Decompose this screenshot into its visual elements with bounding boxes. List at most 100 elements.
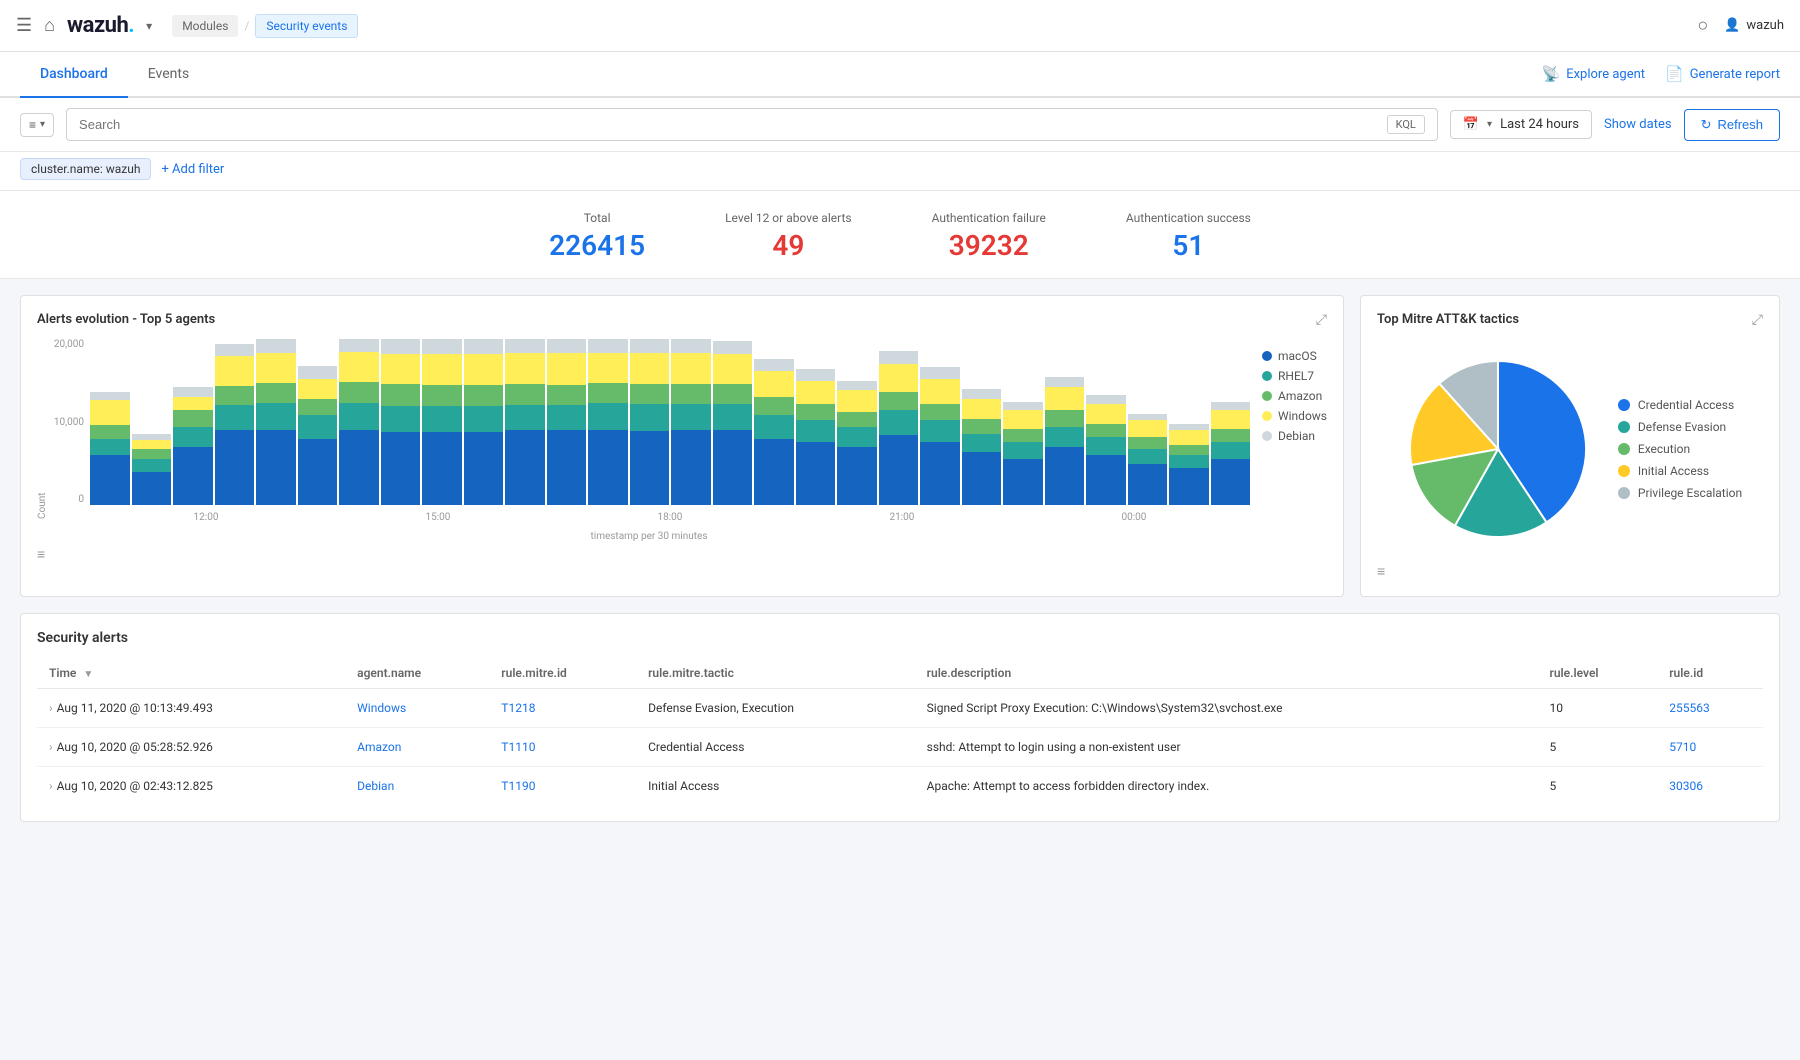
pie-legend-label: Execution — [1638, 442, 1690, 456]
logo-dropdown-icon[interactable]: ▾ — [146, 19, 152, 33]
explore-agent-label: Explore agent — [1566, 67, 1645, 82]
bar-group[interactable] — [505, 339, 545, 505]
bar-group[interactable] — [1003, 339, 1043, 505]
agent-link[interactable]: Debian — [357, 779, 394, 793]
bar-segment — [879, 351, 919, 364]
bar-group[interactable] — [754, 339, 794, 505]
bar-group[interactable] — [464, 339, 504, 505]
bar-segment — [1169, 455, 1209, 468]
explore-agent-button[interactable]: 📡 Explore agent — [1542, 65, 1646, 83]
row-expand-icon[interactable]: › — [49, 779, 53, 793]
col-ruleid[interactable]: rule.id — [1657, 658, 1763, 689]
breadcrumb-current[interactable]: Security events — [255, 14, 358, 38]
col-tactic[interactable]: rule.mitre.tactic — [636, 658, 915, 689]
col-time[interactable]: Time ▼ — [37, 658, 345, 689]
tab-events[interactable]: Events — [128, 52, 209, 98]
cell-tactic: Defense Evasion, Execution — [636, 689, 915, 728]
bar-segment — [1003, 402, 1043, 410]
bar-segment — [505, 405, 545, 431]
bar-group[interactable] — [713, 339, 753, 505]
list-icon[interactable]: ≡ — [37, 547, 45, 563]
row-expand-icon[interactable]: › — [49, 701, 53, 715]
bar-group[interactable] — [215, 339, 255, 505]
bar-group[interactable] — [837, 339, 877, 505]
bar-group[interactable] — [547, 339, 587, 505]
bar-group[interactable] — [1169, 339, 1209, 505]
mitre-id-link[interactable]: T1110 — [501, 740, 535, 754]
pie-legend-label: Initial Access — [1638, 464, 1709, 478]
bar-group[interactable] — [381, 339, 421, 505]
refresh-button[interactable]: ↻ Refresh — [1684, 109, 1780, 141]
bar-group[interactable] — [422, 339, 462, 505]
kql-badge[interactable]: KQL — [1387, 115, 1425, 134]
stat-auth-success-value: 51 — [1126, 229, 1251, 262]
bar-group[interactable] — [90, 339, 130, 505]
user-menu[interactable]: 👤 wazuh — [1724, 18, 1784, 33]
show-dates-button[interactable]: Show dates — [1604, 117, 1672, 132]
rule-id-link[interactable]: 255563 — [1669, 701, 1709, 715]
bar-group[interactable] — [962, 339, 1002, 505]
row-expand-icon[interactable]: › — [49, 740, 53, 754]
rule-id-link[interactable]: 30306 — [1669, 779, 1703, 793]
user-icon: 👤 — [1724, 18, 1740, 33]
bar-group[interactable] — [879, 339, 919, 505]
bar-group[interactable] — [796, 339, 836, 505]
bar-group[interactable] — [1086, 339, 1126, 505]
bar-group[interactable] — [1045, 339, 1085, 505]
time-filter[interactable]: 📅 ▾ Last 24 hours — [1450, 110, 1592, 139]
breadcrumb: Modules / Security events — [172, 14, 358, 38]
settings-icon[interactable]: ○ — [1697, 15, 1708, 36]
col-level[interactable]: rule.level — [1538, 658, 1658, 689]
home-icon[interactable]: ⌂ — [44, 15, 55, 36]
bar-segment — [1169, 468, 1209, 505]
bar-group[interactable] — [920, 339, 960, 505]
filter-tag[interactable]: cluster.name: wazuh — [20, 158, 151, 180]
cell-description: sshd: Attempt to login using a non-exist… — [915, 728, 1538, 767]
bar-segment — [90, 400, 130, 425]
agent-link[interactable]: Windows — [357, 701, 406, 715]
bar-group[interactable] — [173, 339, 213, 505]
legend-label: Debian — [1278, 429, 1315, 443]
add-filter-button[interactable]: + Add filter — [161, 162, 224, 177]
bar-group[interactable] — [339, 339, 379, 505]
bar-group[interactable] — [588, 339, 628, 505]
pie-legend-item: Privilege Escalation — [1618, 486, 1742, 500]
stat-auth-failure-value: 39232 — [932, 229, 1046, 262]
table-row[interactable]: ›Aug 11, 2020 @ 10:13:49.493 Windows T12… — [37, 689, 1763, 728]
bar-segment — [837, 412, 877, 427]
tab-dashboard[interactable]: Dashboard — [20, 52, 128, 98]
bar-group[interactable] — [256, 339, 296, 505]
generate-report-button[interactable]: 📄 Generate report — [1665, 65, 1780, 83]
x-label: 21:00 — [889, 512, 914, 523]
search-input[interactable] — [79, 117, 1379, 132]
pie-chart-svg — [1398, 349, 1598, 549]
mitre-id-link[interactable]: T1190 — [501, 779, 535, 793]
generate-report-label: Generate report — [1690, 67, 1780, 82]
col-description[interactable]: rule.description — [915, 658, 1538, 689]
hamburger-icon[interactable]: ☰ — [16, 15, 32, 36]
table-row[interactable]: ›Aug 10, 2020 @ 05:28:52.926 Amazon T111… — [37, 728, 1763, 767]
bar-segment — [796, 404, 836, 421]
bar-segment — [256, 353, 296, 383]
breadcrumb-modules[interactable]: Modules — [172, 15, 238, 37]
mitre-id-link[interactable]: T1218 — [501, 701, 535, 715]
rule-id-link[interactable]: 5710 — [1669, 740, 1696, 754]
col-agent[interactable]: agent.name — [345, 658, 489, 689]
bar-group[interactable] — [132, 339, 172, 505]
bar-group[interactable] — [298, 339, 338, 505]
bar-segment — [173, 387, 213, 397]
bar-group[interactable] — [1211, 339, 1250, 505]
bar-segment — [132, 434, 172, 441]
bar-group[interactable] — [671, 339, 711, 505]
agent-link[interactable]: Amazon — [357, 740, 401, 754]
col-mitre-id[interactable]: rule.mitre.id — [489, 658, 636, 689]
bar-segment — [1169, 424, 1209, 431]
bar-group[interactable] — [1128, 339, 1168, 505]
pie-list-icon[interactable]: ≡ — [1377, 564, 1385, 580]
expand-icon[interactable]: ⤢ — [1316, 312, 1327, 328]
table-row[interactable]: ›Aug 10, 2020 @ 02:43:12.825 Debian T119… — [37, 767, 1763, 806]
pie-expand-icon[interactable]: ⤢ — [1752, 312, 1763, 328]
filter-row: cluster.name: wazuh + Add filter — [0, 152, 1800, 191]
search-type-selector[interactable]: ≡ ▾ — [20, 113, 54, 137]
bar-group[interactable] — [630, 339, 670, 505]
